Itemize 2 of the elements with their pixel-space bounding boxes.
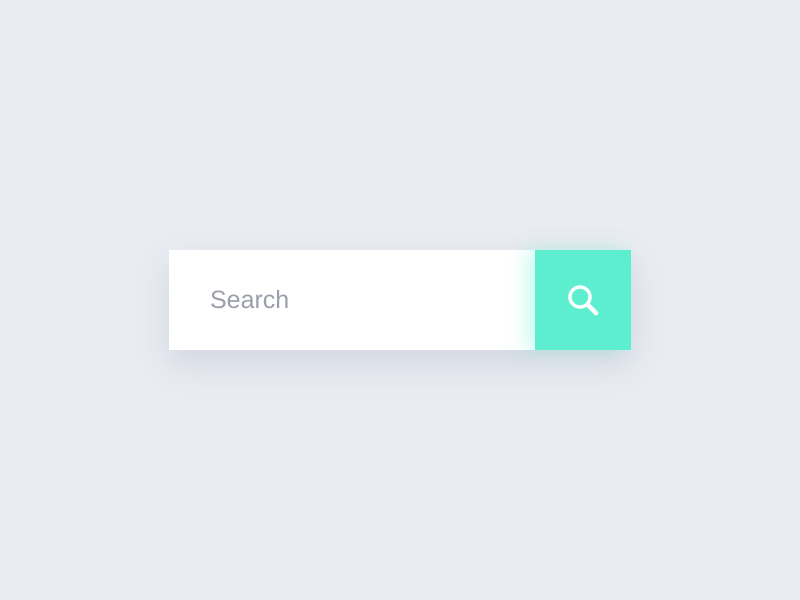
search-field[interactable]: Search (169, 250, 535, 350)
search-button[interactable] (535, 250, 631, 350)
